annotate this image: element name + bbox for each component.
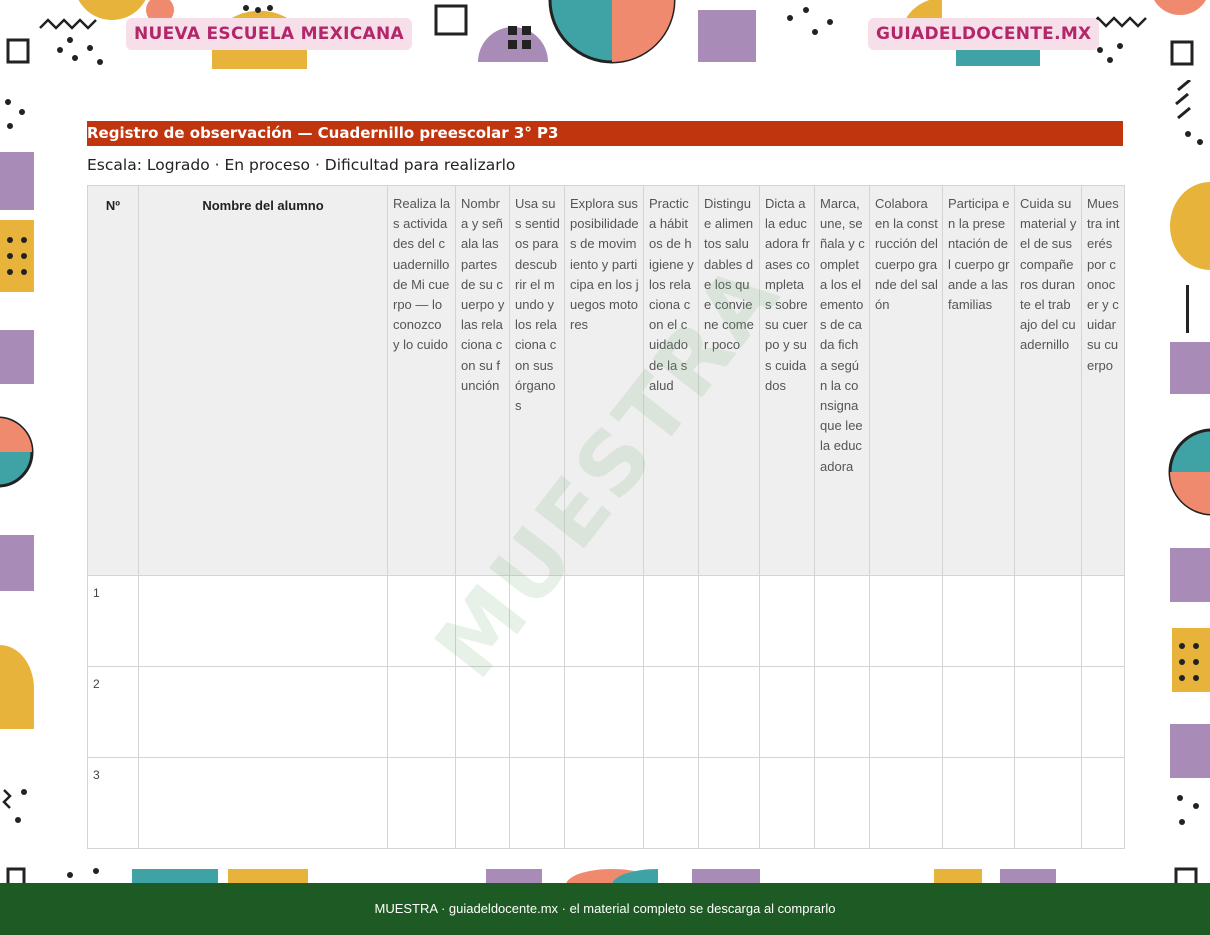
footer-text: MUESTRA · guiadeldocente.mx · el materia… <box>374 901 836 916</box>
criterion-cell[interactable] <box>455 666 510 758</box>
decorative-left-border <box>0 80 40 860</box>
criterion-cell[interactable] <box>387 666 456 758</box>
criterion-cell[interactable] <box>759 757 815 849</box>
criterion-cell[interactable] <box>455 575 510 667</box>
column-header-criterion: Realiza las actividades del cuadernillo … <box>387 185 456 576</box>
row-number: 2 <box>87 666 139 758</box>
criterion-cell[interactable] <box>698 666 760 758</box>
column-header-criterion: Dicta a la educadora frases completas so… <box>759 185 815 576</box>
criterion-cell[interactable] <box>509 666 565 758</box>
column-header-number: Nº <box>87 185 139 576</box>
criterion-cell[interactable] <box>869 575 943 667</box>
criterion-cell[interactable] <box>814 575 870 667</box>
criterion-cell[interactable] <box>942 757 1015 849</box>
criterion-cell[interactable] <box>387 575 456 667</box>
student-name-cell[interactable] <box>138 666 388 758</box>
document-title: Registro de observación — Cuadernillo pr… <box>87 121 1123 146</box>
criterion-cell[interactable] <box>564 575 644 667</box>
footer-banner: MUESTRA · guiadeldocente.mx · el materia… <box>0 883 1210 935</box>
criterion-cell[interactable] <box>643 666 699 758</box>
evaluation-scale: Escala: Logrado · En proceso · Dificulta… <box>87 156 516 174</box>
criterion-cell[interactable] <box>942 575 1015 667</box>
criterion-cell[interactable] <box>564 666 644 758</box>
criterion-cell[interactable] <box>509 575 565 667</box>
criterion-cell[interactable] <box>643 575 699 667</box>
column-header-criterion: Cuida su material y el de sus compañeros… <box>1014 185 1082 576</box>
column-header-student-name: Nombre del alumno <box>138 185 388 576</box>
criterion-cell[interactable] <box>509 757 565 849</box>
criterion-cell[interactable] <box>869 666 943 758</box>
criterion-cell[interactable] <box>942 666 1015 758</box>
criterion-cell[interactable] <box>1081 666 1125 758</box>
column-header-criterion: Marca, une, señala y completa los elemen… <box>814 185 870 576</box>
decorative-bottom-border <box>0 855 1210 885</box>
column-header-criterion: Nombra y señala las partes de su cuerpo … <box>455 185 510 576</box>
criterion-cell[interactable] <box>759 575 815 667</box>
criterion-cell[interactable] <box>387 757 456 849</box>
column-header-criterion: Practica hábitos de higiene y los relaci… <box>643 185 699 576</box>
criterion-cell[interactable] <box>564 757 644 849</box>
student-name-cell[interactable] <box>138 575 388 667</box>
column-header-criterion: Usa sus sentidos para descubrir el mundo… <box>509 185 565 576</box>
column-header-criterion: Explora sus posibilidades de movimiento … <box>564 185 644 576</box>
observation-table: Nº Nombre del alumno Realiza las activid… <box>87 185 1125 849</box>
row-number: 1 <box>87 575 139 667</box>
criterion-cell[interactable] <box>1014 666 1082 758</box>
criterion-cell[interactable] <box>1014 575 1082 667</box>
criterion-cell[interactable] <box>643 757 699 849</box>
column-header-criterion: Colabora en la construcción del cuerpo g… <box>869 185 943 576</box>
criterion-cell[interactable] <box>814 757 870 849</box>
table-row: 2 <box>87 666 1125 758</box>
criterion-cell[interactable] <box>455 757 510 849</box>
table-row: 3 <box>87 757 1125 849</box>
criterion-cell[interactable] <box>869 757 943 849</box>
brand-badge-left: NUEVA ESCUELA MEXICANA <box>126 18 412 50</box>
criterion-cell[interactable] <box>1081 575 1125 667</box>
column-header-criterion: Distingue alimentos saludables de los qu… <box>698 185 760 576</box>
criterion-cell[interactable] <box>1081 757 1125 849</box>
student-name-cell[interactable] <box>138 757 388 849</box>
column-header-criterion: Participa en la presentación del cuerpo … <box>942 185 1015 576</box>
decorative-right-border <box>1168 80 1210 860</box>
table-row: 1 <box>87 575 1125 667</box>
criterion-cell[interactable] <box>759 666 815 758</box>
brand-badge-right: GUIADELDOCENTE.MX <box>868 18 1100 50</box>
criterion-cell[interactable] <box>698 575 760 667</box>
column-header-criterion: Muestra interés por conocer y cuidar su … <box>1081 185 1125 576</box>
criterion-cell[interactable] <box>698 757 760 849</box>
criterion-cell[interactable] <box>814 666 870 758</box>
criterion-cell[interactable] <box>1014 757 1082 849</box>
row-number: 3 <box>87 757 139 849</box>
